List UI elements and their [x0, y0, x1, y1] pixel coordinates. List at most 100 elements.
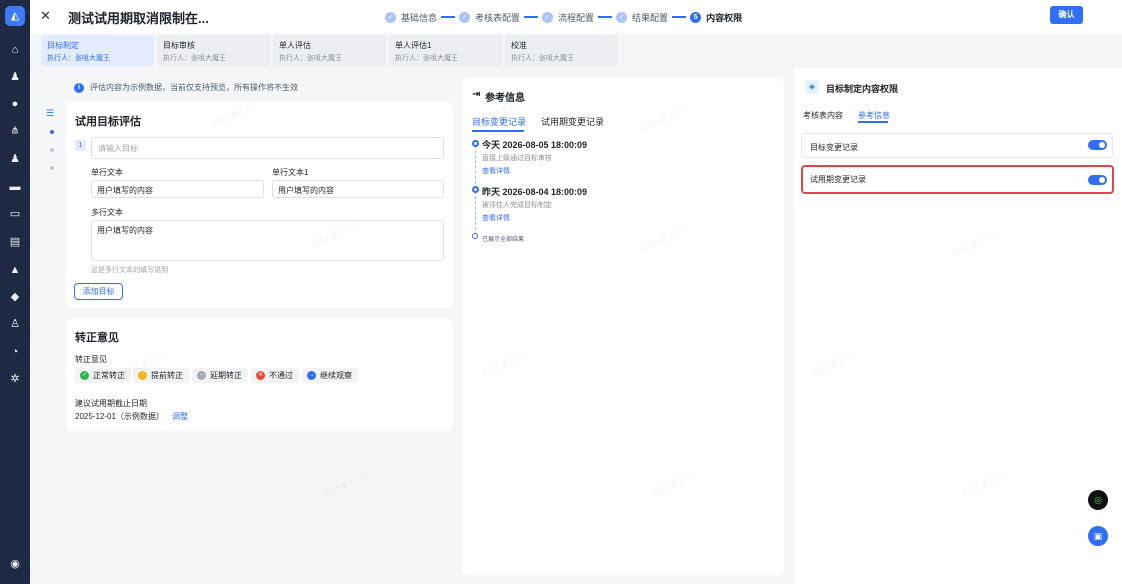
adjust-link[interactable]: 调整 [172, 412, 188, 421]
step-connector [672, 16, 687, 18]
stage-tab-executor: 执行人：张咀大魔王 [163, 55, 226, 62]
permission-item-goal-change: 目标变更记录 [801, 133, 1113, 158]
stage-tab-executor: 执行人：张咀大魔王 [511, 55, 574, 62]
tab-form-content[interactable]: 考核表内容 [803, 110, 843, 121]
ticket-icon[interactable]: ▭ [8, 207, 22, 221]
step-connector [441, 16, 456, 18]
check-icon: ✓ [385, 11, 396, 23]
card-title: 试用目标评估 [75, 116, 141, 128]
step-label: 考核表配置 [475, 12, 521, 23]
single-text1-label: 单行文本1 [272, 168, 309, 177]
add-target-button[interactable]: 添加目标 [74, 283, 123, 300]
minus-circle-icon: − [197, 371, 206, 380]
single-text-field[interactable]: 用户填写的内容 [91, 180, 264, 198]
org-chart-icon[interactable]: ⋔ [8, 124, 22, 138]
close-icon[interactable]: ✕ [40, 9, 51, 23]
timeline-end-text: 已展示全部结果 [482, 237, 525, 243]
opinion-option-label: 继续观察 [320, 371, 352, 380]
person-icon[interactable]: ♙ [8, 317, 22, 331]
active-tab-indicator [858, 121, 888, 123]
pie-chart-icon[interactable]: ◔ [8, 345, 22, 359]
left-nav: ◭ ⌂ ♟ ● ⋔ ♟ ▬ ▭ ▤ ▲ ◆ ♙ ◔ ✲ ◉ [0, 0, 30, 584]
permission-item-label: 试用期变更记录 [810, 175, 866, 184]
graduation-icon[interactable]: ▲ [8, 263, 22, 277]
timeline-end-dot [472, 233, 478, 239]
opinion-label: 转正意见 [75, 355, 107, 364]
permission-icon: ◈ [805, 80, 819, 94]
opinion-option-label: 延期转正 [210, 371, 242, 380]
card-icon[interactable]: ▬ [8, 180, 22, 194]
stage-tab-calibration[interactable]: 校准 执行人：张咀大魔王 [505, 35, 618, 66]
report-icon[interactable]: ▤ [8, 235, 22, 249]
stage-tab-executor: 执行人：张咀大魔王 [279, 55, 342, 62]
stage-tab-name: 目标制定 [47, 41, 79, 50]
single-text1-field[interactable]: 用户填写的内容 [272, 180, 444, 198]
outline-nav: ☰ [46, 108, 58, 170]
step-flow-config[interactable]: ✓ 流程配置 [542, 11, 594, 24]
stage-tab-goal-setting[interactable]: 目标制定 执行人：张咀大魔王 [41, 35, 154, 66]
tab-reference-info[interactable]: 参考信息 [858, 110, 890, 121]
probation-change-toggle[interactable] [1088, 175, 1107, 185]
check-circle-icon: ✓ [80, 371, 89, 380]
outline-dot[interactable] [50, 130, 54, 134]
step-form-config[interactable]: ✓ 考核表配置 [459, 11, 520, 24]
outline-dot[interactable] [50, 166, 54, 170]
view-detail-link[interactable]: 查看详情 [482, 213, 510, 223]
team-icon[interactable]: ♟ [8, 70, 22, 84]
stage-tab-executor: 执行人：张咀大魔王 [47, 55, 110, 62]
list-icon[interactable]: ☰ [46, 108, 58, 119]
home-icon[interactable]: ⌂ [8, 43, 22, 57]
target-input[interactable]: 请输入目标 [91, 137, 444, 159]
watermark: 张咀大魔王 777 [321, 472, 369, 499]
info-icon: i [74, 82, 84, 93]
opinion-option-delay[interactable]: − 延期转正 [192, 368, 248, 383]
view-detail-link[interactable]: 查看详情 [482, 166, 510, 176]
app-logo-icon[interactable]: ◭ [5, 6, 25, 26]
timeline-dot [472, 186, 479, 193]
user-settings-icon[interactable]: ♟ [8, 152, 22, 166]
gear-icon[interactable]: ✲ [8, 372, 22, 386]
settings-icon[interactable]: ◉ [8, 557, 22, 571]
stage-tab-name: 目标审核 [163, 41, 195, 50]
deadline-value: 2025-12-01（示例数据） [75, 412, 164, 421]
page-title: 测试试用期取消限制在... [68, 11, 209, 26]
confirm-button[interactable]: 确认 [1050, 6, 1083, 24]
timeline-desc: 直接上级通过目标审核 [482, 155, 552, 162]
timeline-desc: 被评估人完成目标制定 [482, 202, 552, 209]
top-bar: ✕ 测试试用期取消限制在... ✓ 基础信息 ✓ 考核表配置 ✓ 流程配置 ✓ … [30, 0, 1122, 33]
deadline-label: 建议试用期截止日期 [75, 399, 147, 408]
step-result-config[interactable]: ✓ 结果配置 [616, 11, 668, 24]
opinion-option-fail[interactable]: ✕ 不通过 [251, 368, 299, 383]
goal-change-toggle[interactable] [1088, 140, 1107, 150]
goal-eval-card [66, 102, 453, 308]
check-icon: ✓ [459, 11, 471, 23]
opinion-option-observe[interactable]: → 继续观察 [302, 368, 358, 383]
user-icon[interactable]: ● [8, 97, 22, 111]
stage-tab-name: 单人评估 [279, 41, 311, 50]
stage-tab-name: 单人评估1 [395, 41, 432, 50]
collapse-icon[interactable]: ⇥ [472, 89, 480, 100]
timeline-time: 昨天 2026-08-04 18:00:09 [482, 187, 588, 197]
stage-tab-goal-review[interactable]: 目标审核 执行人：张咀大魔王 [157, 35, 270, 66]
stage-tab-single-eval-1[interactable]: 单人评估1 执行人：张咀大魔王 [389, 35, 502, 66]
assistant-icon[interactable]: ◎ [1088, 490, 1108, 510]
tab-probation-change-log[interactable]: 试用期变更记录 [541, 115, 604, 128]
stage-tab-executor: 执行人：张咀大魔王 [395, 55, 458, 62]
timeline-time: 今天 2026-08-05 18:00:09 [482, 140, 588, 150]
cube-icon[interactable]: ◆ [8, 290, 22, 304]
stage-tab-single-eval[interactable]: 单人评估 执行人：张咀大魔王 [273, 35, 386, 66]
opinion-option-label: 提前转正 [151, 371, 183, 380]
step-label: 基础信息 [401, 12, 438, 23]
step-label: 内容权限 [706, 12, 743, 23]
step-basic-info[interactable]: ✓ 基础信息 [385, 11, 437, 24]
permission-item-label: 目标变更记录 [810, 143, 858, 152]
outline-dot[interactable] [50, 148, 54, 152]
permission-item-probation-change: 试用期变更记录 [801, 165, 1114, 194]
step-progress: ✓ 基础信息 ✓ 考核表配置 ✓ 流程配置 ✓ 结果配置 5 内容权限 [385, 10, 742, 24]
active-tab-indicator [472, 130, 524, 132]
step-label: 结果配置 [632, 12, 669, 23]
save-icon[interactable]: ▣ [1088, 526, 1108, 546]
step-number: 5 [690, 11, 702, 23]
step-content-permission[interactable]: 5 内容权限 [690, 11, 742, 24]
multi-text-field[interactable]: 用户填写的内容 [91, 220, 444, 261]
